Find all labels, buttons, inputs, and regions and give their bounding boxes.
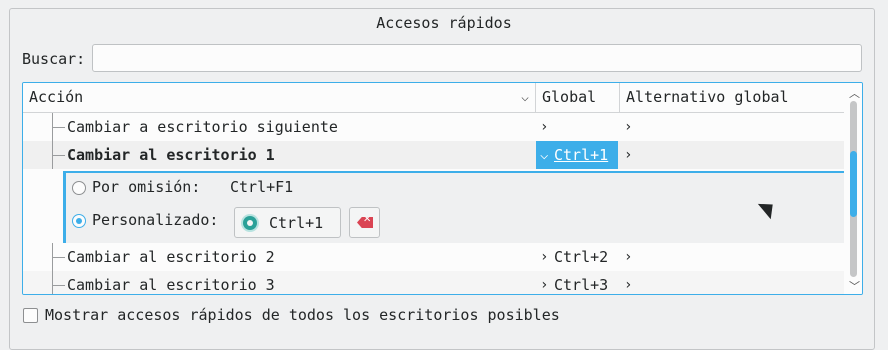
default-value: Ctrl+F1 (230, 178, 294, 196)
clear-shortcut-button[interactable] (349, 207, 380, 238)
column-header-global[interactable]: Global (536, 83, 620, 112)
tree-branch-line (52, 141, 66, 169)
custom-radio[interactable] (72, 214, 86, 228)
chevron-right-icon: › (624, 119, 633, 135)
row-alternative-cell[interactable]: › (620, 243, 844, 271)
chevron-right-icon: › (540, 249, 549, 265)
gear-icon (243, 216, 257, 230)
tree-row[interactable]: Cambiar a escritorio siguiente › › (23, 113, 844, 141)
column-header-alternative[interactable]: Alternativo global (620, 83, 844, 112)
chevron-right-icon: › (540, 277, 549, 293)
tree-row[interactable]: Cambiar al escritorio 2 › Ctrl+2 › (23, 243, 844, 271)
chevron-right-icon: › (624, 147, 633, 163)
group-title: Accesos rápidos (376, 14, 512, 32)
row-global-cell[interactable]: › (536, 113, 618, 141)
row-alternative-cell[interactable]: › (620, 271, 844, 294)
chevron-right-icon: › (624, 277, 633, 293)
row-alternative-cell[interactable]: › (620, 113, 844, 141)
row-action-name: Cambiar al escritorio 1 (67, 146, 275, 164)
chevron-right-icon: › (540, 119, 549, 135)
row-action-name: Cambiar al escritorio 2 (67, 248, 275, 266)
default-label: Por omisión: (92, 178, 201, 196)
vertical-scrollbar[interactable]: ︿ ﹀ (845, 83, 862, 294)
scrollbar-thumb[interactable] (850, 151, 857, 217)
tree-branch-line (52, 113, 66, 141)
search-label: Buscar: (22, 50, 86, 68)
tree-row[interactable]: Cambiar al escritorio 3 › Ctrl+3 › (23, 271, 844, 294)
show-all-checkbox[interactable] (23, 308, 38, 323)
key-sequence-button[interactable]: Ctrl+1 (234, 207, 341, 238)
row-global-cell[interactable]: › Ctrl+3 (536, 271, 618, 294)
tree-header: Acción ⌵ Global Alternativo global (23, 83, 844, 113)
chevron-down-icon: ⌵ (540, 147, 549, 163)
scroll-up-icon[interactable]: ︿ (849, 85, 860, 101)
tree-branch-line (52, 271, 66, 294)
tree-row-selected[interactable]: Cambiar al escritorio 1 ⌵ Ctrl+1 › (23, 141, 844, 169)
custom-label: Personalizado: (92, 211, 219, 229)
tree-branch-line (52, 243, 66, 271)
row-global-cell[interactable]: › Ctrl+2 (536, 243, 618, 271)
scroll-down-icon[interactable]: ﹀ (849, 278, 860, 294)
row-action-name: Cambiar al escritorio 3 (67, 276, 275, 294)
clear-icon (357, 217, 373, 228)
chevron-right-icon: › (624, 249, 633, 265)
chevron-down-icon: ⌵ (521, 90, 529, 105)
shortcuts-tree[interactable]: Acción ⌵ Global Alternativo global Cambi… (22, 82, 863, 295)
default-radio[interactable] (72, 181, 86, 195)
row-action-name: Cambiar a escritorio siguiente (67, 118, 338, 136)
search-input[interactable] (92, 44, 862, 72)
shortcut-editor: Por omisión: Ctrl+F1 Personalizado: Ctrl… (63, 171, 844, 243)
column-header-action[interactable]: Acción ⌵ (23, 83, 536, 112)
show-all-label: Mostrar accesos rápidos de todos los esc… (45, 306, 560, 324)
row-alternative-cell[interactable]: › (620, 141, 844, 169)
row-global-cell-selected[interactable]: ⌵ Ctrl+1 (536, 141, 618, 169)
